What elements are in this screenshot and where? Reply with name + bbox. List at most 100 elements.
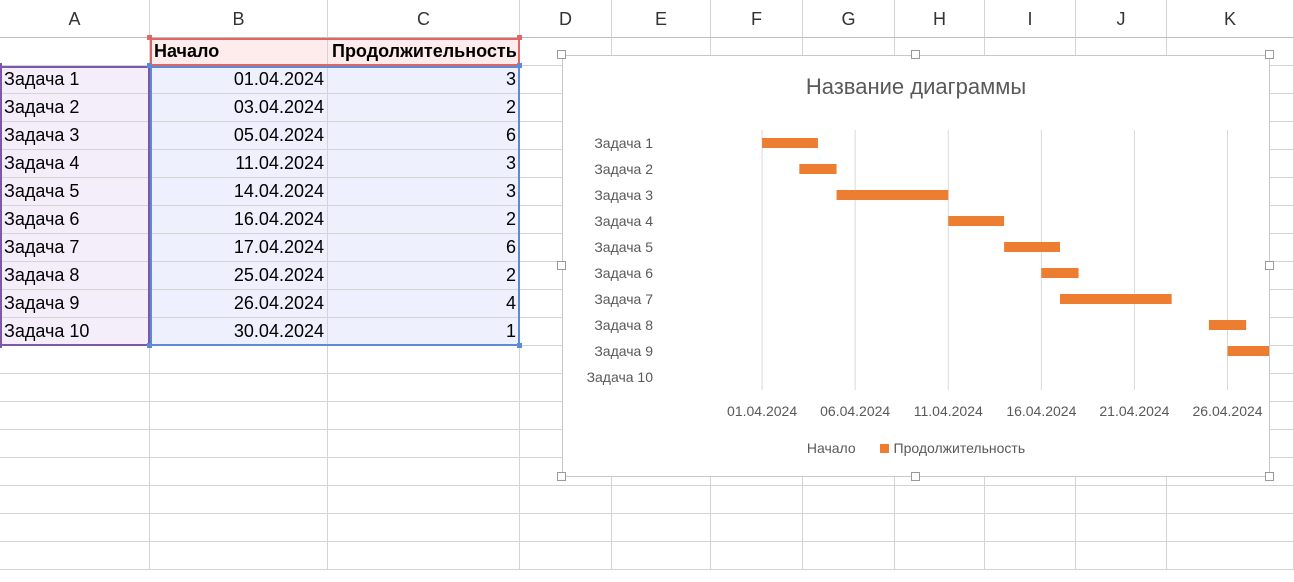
cell-f19[interactable]	[711, 542, 803, 570]
reference-box-header-handle[interactable]	[517, 35, 522, 40]
cell-b17[interactable]	[150, 486, 328, 514]
cell-c2[interactable]: 3	[328, 66, 520, 94]
reference-box-values-handle[interactable]	[147, 343, 152, 348]
cell-b4[interactable]: 05.04.2024	[150, 122, 328, 150]
cell-b8[interactable]: 17.04.2024	[150, 234, 328, 262]
cell-a2[interactable]: Задача 1	[0, 66, 150, 94]
cell-c15[interactable]	[328, 430, 520, 458]
cell-b6[interactable]: 14.04.2024	[150, 178, 328, 206]
cell-b12[interactable]	[150, 346, 328, 374]
column-header-e[interactable]: E	[612, 0, 711, 38]
cell-a6[interactable]: Задача 5	[0, 178, 150, 206]
cell-g19[interactable]	[803, 542, 895, 570]
cell-a10[interactable]: Задача 9	[0, 290, 150, 318]
cell-b9[interactable]: 25.04.2024	[150, 262, 328, 290]
column-header-i[interactable]: I	[985, 0, 1076, 38]
cell-h19[interactable]	[895, 542, 985, 570]
cell-a19[interactable]	[0, 542, 150, 570]
cell-c10[interactable]: 4	[328, 290, 520, 318]
cell-c16[interactable]	[328, 458, 520, 486]
cell-a12[interactable]	[0, 346, 150, 374]
cell-c5[interactable]: 3	[328, 150, 520, 178]
cell-a13[interactable]	[0, 374, 150, 402]
cell-b7[interactable]: 16.04.2024	[150, 206, 328, 234]
cell-a4[interactable]: Задача 3	[0, 122, 150, 150]
cell-h18[interactable]	[895, 514, 985, 542]
cell-c3[interactable]: 2	[328, 94, 520, 122]
column-header-d[interactable]: D	[520, 0, 612, 38]
cell-a1[interactable]	[0, 38, 150, 66]
cell-c17[interactable]	[328, 486, 520, 514]
cell-k19[interactable]	[1167, 542, 1294, 570]
cell-i17[interactable]	[985, 486, 1076, 514]
cell-d18[interactable]	[520, 514, 612, 542]
cell-h17[interactable]	[895, 486, 985, 514]
cell-b16[interactable]	[150, 458, 328, 486]
cell-d19[interactable]	[520, 542, 612, 570]
cell-c13[interactable]	[328, 374, 520, 402]
cell-b18[interactable]	[150, 514, 328, 542]
cell-a14[interactable]	[0, 402, 150, 430]
cell-b10[interactable]: 26.04.2024	[150, 290, 328, 318]
cell-b1[interactable]: Начало	[150, 38, 328, 66]
column-header-g[interactable]: G	[803, 0, 895, 38]
cell-b3[interactable]: 03.04.2024	[150, 94, 328, 122]
cell-a5[interactable]: Задача 4	[0, 150, 150, 178]
cell-a18[interactable]	[0, 514, 150, 542]
cell-j17[interactable]	[1076, 486, 1167, 514]
chart-resize-handle[interactable]	[1265, 50, 1274, 59]
chart-resize-handle[interactable]	[911, 50, 920, 59]
cell-c4[interactable]: 6	[328, 122, 520, 150]
cell-a11[interactable]: Задача 10	[0, 318, 150, 346]
cell-i19[interactable]	[985, 542, 1076, 570]
chart-resize-handle[interactable]	[557, 261, 566, 270]
cell-i18[interactable]	[985, 514, 1076, 542]
cell-b11[interactable]: 30.04.2024	[150, 318, 328, 346]
cell-j19[interactable]	[1076, 542, 1167, 570]
cell-b15[interactable]	[150, 430, 328, 458]
cell-b2[interactable]: 01.04.2024	[150, 66, 328, 94]
reference-box-values-handle[interactable]	[147, 63, 152, 68]
column-header-j[interactable]: J	[1076, 0, 1167, 38]
cell-f18[interactable]	[711, 514, 803, 542]
chart-resize-handle[interactable]	[1265, 261, 1274, 270]
cell-c1[interactable]: Продолжительность	[328, 38, 520, 66]
cell-c12[interactable]	[328, 346, 520, 374]
cell-d17[interactable]	[520, 486, 612, 514]
cell-b5[interactable]: 11.04.2024	[150, 150, 328, 178]
cell-c8[interactable]: 6	[328, 234, 520, 262]
cell-b19[interactable]	[150, 542, 328, 570]
cell-b13[interactable]	[150, 374, 328, 402]
chart-legend[interactable]: Начало Продолжительность	[563, 440, 1269, 456]
column-header-b[interactable]: B	[150, 0, 328, 38]
column-header-h[interactable]: H	[895, 0, 985, 38]
cell-a9[interactable]: Задача 8	[0, 262, 150, 290]
chart-resize-handle[interactable]	[1265, 472, 1274, 481]
cell-a17[interactable]	[0, 486, 150, 514]
cell-b14[interactable]	[150, 402, 328, 430]
cell-c19[interactable]	[328, 542, 520, 570]
cell-a15[interactable]	[0, 430, 150, 458]
cell-a8[interactable]: Задача 7	[0, 234, 150, 262]
cell-g18[interactable]	[803, 514, 895, 542]
chart-resize-handle[interactable]	[557, 50, 566, 59]
column-header-c[interactable]: C	[328, 0, 520, 38]
cell-j18[interactable]	[1076, 514, 1167, 542]
cell-c9[interactable]: 2	[328, 262, 520, 290]
cell-a3[interactable]: Задача 2	[0, 94, 150, 122]
cell-c6[interactable]: 3	[328, 178, 520, 206]
cell-e18[interactable]	[612, 514, 711, 542]
reference-box-values-handle[interactable]	[517, 343, 522, 348]
cell-c11[interactable]: 1	[328, 318, 520, 346]
column-header-a[interactable]: A	[0, 0, 150, 38]
cell-a7[interactable]: Задача 6	[0, 206, 150, 234]
column-header-k[interactable]: K	[1167, 0, 1294, 38]
gantt-chart[interactable]: Название диаграммы 01.04.2024 06.04.2024 1…	[557, 50, 1274, 481]
cell-k17[interactable]	[1167, 486, 1294, 514]
cell-c7[interactable]: 2	[328, 206, 520, 234]
reference-box-categories-handle[interactable]	[0, 343, 2, 348]
column-header-f[interactable]: F	[711, 0, 803, 38]
chart-resize-handle[interactable]	[557, 472, 566, 481]
cell-k18[interactable]	[1167, 514, 1294, 542]
reference-box-values-handle[interactable]	[517, 63, 522, 68]
